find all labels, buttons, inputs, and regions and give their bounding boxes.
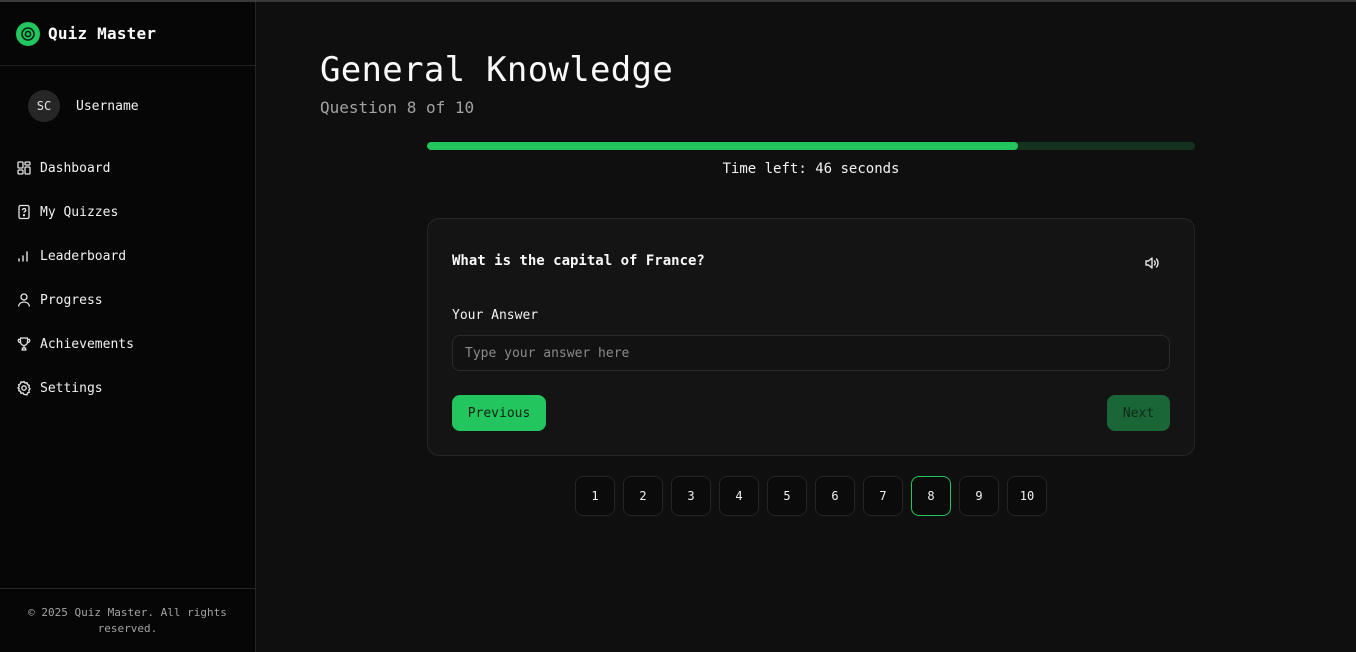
previous-button[interactable]: Previous [452, 395, 546, 431]
question-pager: 1 2 3 4 5 6 7 8 9 10 [575, 476, 1047, 516]
question-counter: Question 8 of 10 [320, 98, 475, 117]
brand-title: Quiz Master [48, 24, 157, 43]
user-icon [17, 293, 31, 307]
sidebar-item-label: Achievements [40, 336, 134, 352]
bar-chart-icon [18, 251, 28, 262]
sidebar-item-achievements[interactable]: Achievements [0, 322, 255, 366]
quiz-logo-icon [16, 21, 40, 46]
page-button[interactable]: 7 [863, 476, 903, 516]
sidebar-nav: Dashboard My Quizzes Leaderboard Progres… [0, 146, 255, 410]
answer-input[interactable] [452, 335, 1170, 371]
page-button[interactable]: 3 [671, 476, 711, 516]
sidebar-item-label: Settings [40, 380, 103, 396]
next-button[interactable]: Next [1107, 395, 1170, 431]
timer-progress-bar [427, 142, 1195, 150]
sidebar-item-label: My Quizzes [40, 204, 119, 220]
sidebar-item-my-quizzes[interactable]: My Quizzes [0, 190, 255, 234]
sidebar: Quiz Master SC Username Dashboard My Qui… [0, 2, 256, 652]
question-card: What is the capital of France? Your Answ… [427, 218, 1195, 456]
sidebar-item-leaderboard[interactable]: Leaderboard [0, 234, 255, 278]
brand[interactable]: Quiz Master [0, 2, 255, 66]
quiz-file-icon [18, 204, 30, 220]
page-button[interactable]: 10 [1007, 476, 1047, 516]
speaker-icon[interactable] [1142, 253, 1162, 273]
sidebar-item-settings[interactable]: Settings [0, 366, 255, 410]
page-button[interactable]: 9 [959, 476, 999, 516]
page-button[interactable]: 2 [623, 476, 663, 516]
trophy-icon [17, 337, 31, 351]
sidebar-item-label: Dashboard [40, 160, 111, 176]
page-button[interactable]: 6 [815, 476, 855, 516]
user-name: Username [76, 98, 139, 114]
page-button[interactable]: 8 [911, 476, 951, 516]
gear-icon [17, 380, 31, 396]
timer-progress-fill [427, 142, 1019, 150]
page-button[interactable]: 4 [719, 476, 759, 516]
sidebar-item-dashboard[interactable]: Dashboard [0, 146, 255, 190]
timer-text: Time left: 46 seconds [722, 161, 900, 177]
page-button[interactable]: 5 [767, 476, 807, 516]
sidebar-footer: © 2025 Quiz Master. All rights reserved. [0, 588, 255, 652]
sidebar-item-label: Progress [40, 292, 103, 308]
user-profile[interactable]: SC Username [0, 66, 255, 146]
avatar: SC [28, 90, 60, 122]
sidebar-item-progress[interactable]: Progress [0, 278, 255, 322]
page-title: General Knowledge [320, 50, 674, 90]
sidebar-item-label: Leaderboard [40, 248, 127, 264]
main-content: General Knowledge Question 8 of 10 Time … [256, 2, 1356, 652]
page-button[interactable]: 1 [575, 476, 615, 516]
question-text: What is the capital of France? [452, 253, 705, 269]
answer-label: Your Answer [452, 308, 539, 323]
dashboard-icon [17, 161, 31, 175]
